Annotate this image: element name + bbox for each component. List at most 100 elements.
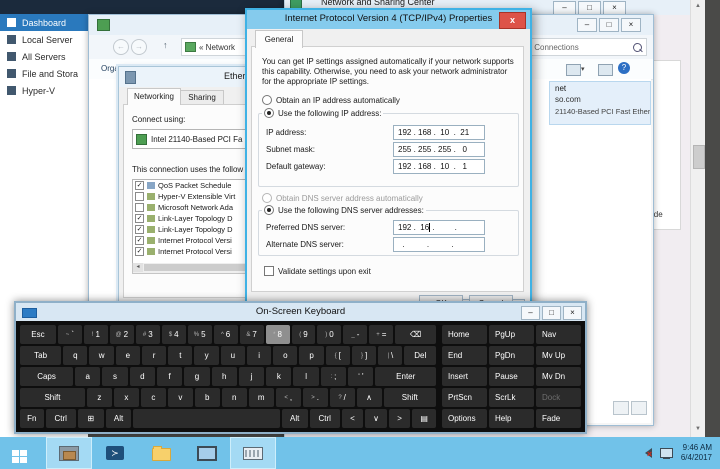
key-j[interactable]: j — [239, 367, 264, 386]
alternate-dns-field[interactable]: . . . — [393, 237, 485, 252]
key-caps[interactable]: Caps — [20, 367, 73, 386]
key-e[interactable]: e — [116, 346, 140, 365]
help-icon[interactable]: ? — [618, 62, 630, 74]
key-blank[interactable]: :; — [321, 367, 346, 386]
key-nav[interactable]: Nav — [536, 325, 581, 344]
nsc-maximize-button[interactable]: □ — [578, 1, 601, 15]
network-tray-icon[interactable] — [660, 448, 673, 458]
key-esc[interactable]: Esc — [20, 325, 56, 344]
checkbox[interactable] — [135, 192, 144, 201]
key-w[interactable]: w — [89, 346, 113, 365]
key-options[interactable]: Options — [442, 409, 487, 428]
key-alt[interactable]: Alt — [106, 409, 132, 428]
radio-use-dns[interactable]: Use the following DNS server addresses: — [262, 205, 426, 215]
key-arrow-down[interactable]: ∨ — [365, 409, 387, 428]
key-ctrl[interactable]: Ctrl — [310, 409, 340, 428]
checkbox[interactable]: ✓ — [135, 214, 144, 223]
key-del[interactable]: Del — [404, 346, 436, 365]
key-7[interactable]: &7 — [240, 325, 264, 344]
key-scrlk[interactable]: ScrLk — [489, 388, 534, 407]
key-blank[interactable]: _- — [343, 325, 367, 344]
taskbar-button-computer[interactable] — [184, 437, 230, 469]
key-prtscn[interactable]: PrtScn — [442, 388, 487, 407]
key-blank[interactable]: += — [369, 325, 393, 344]
key-fade[interactable]: Fade — [536, 409, 581, 428]
key-backspace[interactable]: ⌫ — [395, 325, 436, 344]
key-dock[interactable]: ▤ — [412, 409, 436, 428]
key-arrow-right[interactable]: > — [389, 409, 411, 428]
taskbar-button-start[interactable] — [0, 437, 46, 469]
key-blank[interactable]: ?/ — [330, 388, 355, 407]
key-ctrl[interactable]: Ctrl — [46, 409, 76, 428]
scrollbar-up-icon[interactable]: ▲ — [691, 0, 705, 13]
key-tab[interactable]: Tab — [20, 346, 61, 365]
key-q[interactable]: q — [63, 346, 87, 365]
key-blank[interactable]: |\ — [378, 346, 402, 365]
osk-maximize-button[interactable]: □ — [542, 306, 561, 320]
key-g[interactable]: g — [184, 367, 209, 386]
view-toggle-list-icon[interactable] — [613, 401, 629, 415]
key-d[interactable]: d — [130, 367, 155, 386]
scrollbar-thumb[interactable] — [693, 145, 705, 169]
osk-titlebar[interactable]: On-Screen Keyboard — [16, 303, 585, 321]
key-h[interactable]: h — [212, 367, 237, 386]
key-p[interactable]: p — [299, 346, 323, 365]
ip-address-field[interactable]: 192 . 168 . 10 . 21 — [393, 125, 485, 140]
key-insert[interactable]: Insert — [442, 367, 487, 386]
checkbox[interactable]: ✓ — [135, 236, 144, 245]
key-5[interactable]: %5 — [188, 325, 212, 344]
tab-general[interactable]: General — [255, 30, 303, 48]
view-list-icon[interactable] — [566, 64, 581, 76]
key-x[interactable]: x — [114, 388, 139, 407]
key-blank[interactable]: ~` — [58, 325, 82, 344]
key-c[interactable]: c — [141, 388, 166, 407]
preferred-dns-field[interactable]: 192 . 16 . . — [393, 220, 485, 235]
key-help[interactable]: Help — [489, 409, 534, 428]
checkbox[interactable]: ✓ — [135, 225, 144, 234]
nc-close-button[interactable]: × — [621, 18, 641, 32]
key-blank[interactable]: }] — [352, 346, 376, 365]
scroll-left-icon[interactable]: ◂ — [133, 263, 143, 272]
nsc-close-button[interactable]: × — [603, 1, 626, 15]
nsc-minimize-button[interactable]: – — [553, 1, 576, 15]
key-8[interactable]: *8 — [266, 325, 290, 344]
key-shift[interactable]: Shift — [20, 388, 85, 407]
key-enter[interactable]: Enter — [375, 367, 436, 386]
close-icon[interactable]: x — [499, 12, 526, 29]
key-2[interactable]: @2 — [110, 325, 134, 344]
radio-use-ip[interactable]: Use the following IP address: — [262, 108, 383, 118]
key-l[interactable]: l — [293, 367, 318, 386]
key-n[interactable]: n — [222, 388, 247, 407]
key-space[interactable] — [133, 409, 279, 428]
key-arrow-up[interactable]: ∧ — [357, 388, 382, 407]
view-toggle-thumbnail-icon[interactable] — [631, 401, 647, 415]
key-pgup[interactable]: PgUp — [489, 325, 534, 344]
key-mv-dn[interactable]: Mv Dn — [536, 367, 581, 386]
key-0[interactable]: )0 — [317, 325, 341, 344]
key-windows[interactable]: ⊞ — [78, 409, 104, 428]
checkbox[interactable]: ✓ — [135, 181, 144, 190]
key-a[interactable]: a — [75, 367, 100, 386]
sidebar-item-hyper-v[interactable]: Hyper-V — [0, 82, 88, 99]
key-s[interactable]: s — [102, 367, 127, 386]
key-y[interactable]: y — [194, 346, 218, 365]
nc-maximize-button[interactable]: □ — [599, 18, 619, 32]
key-blank[interactable]: "' — [348, 367, 373, 386]
key-home[interactable]: Home — [442, 325, 487, 344]
key-9[interactable]: (9 — [292, 325, 316, 344]
key-end[interactable]: End — [442, 346, 487, 365]
key-z[interactable]: z — [87, 388, 112, 407]
checkbox[interactable] — [135, 203, 144, 212]
tab-sharing[interactable]: Sharing — [180, 90, 224, 105]
subnet-mask-field[interactable]: 255 . 255 . 255 . 0 — [393, 142, 485, 157]
key-r[interactable]: r — [142, 346, 166, 365]
validate-checkbox[interactable]: Validate settings upon exit — [264, 266, 371, 276]
key-o[interactable]: o — [273, 346, 297, 365]
volume-muted-icon[interactable]: × — [640, 448, 652, 458]
key-3[interactable]: #3 — [136, 325, 160, 344]
ethernet-connection-item[interactable]: net so.com 21140-Based PCI Fast Ethern..… — [549, 81, 651, 125]
key-u[interactable]: u — [221, 346, 245, 365]
osk-minimize-button[interactable]: – — [521, 306, 540, 320]
key-arrow-left[interactable]: < — [342, 409, 364, 428]
sidebar-item-local-server[interactable]: Local Server — [0, 31, 88, 48]
